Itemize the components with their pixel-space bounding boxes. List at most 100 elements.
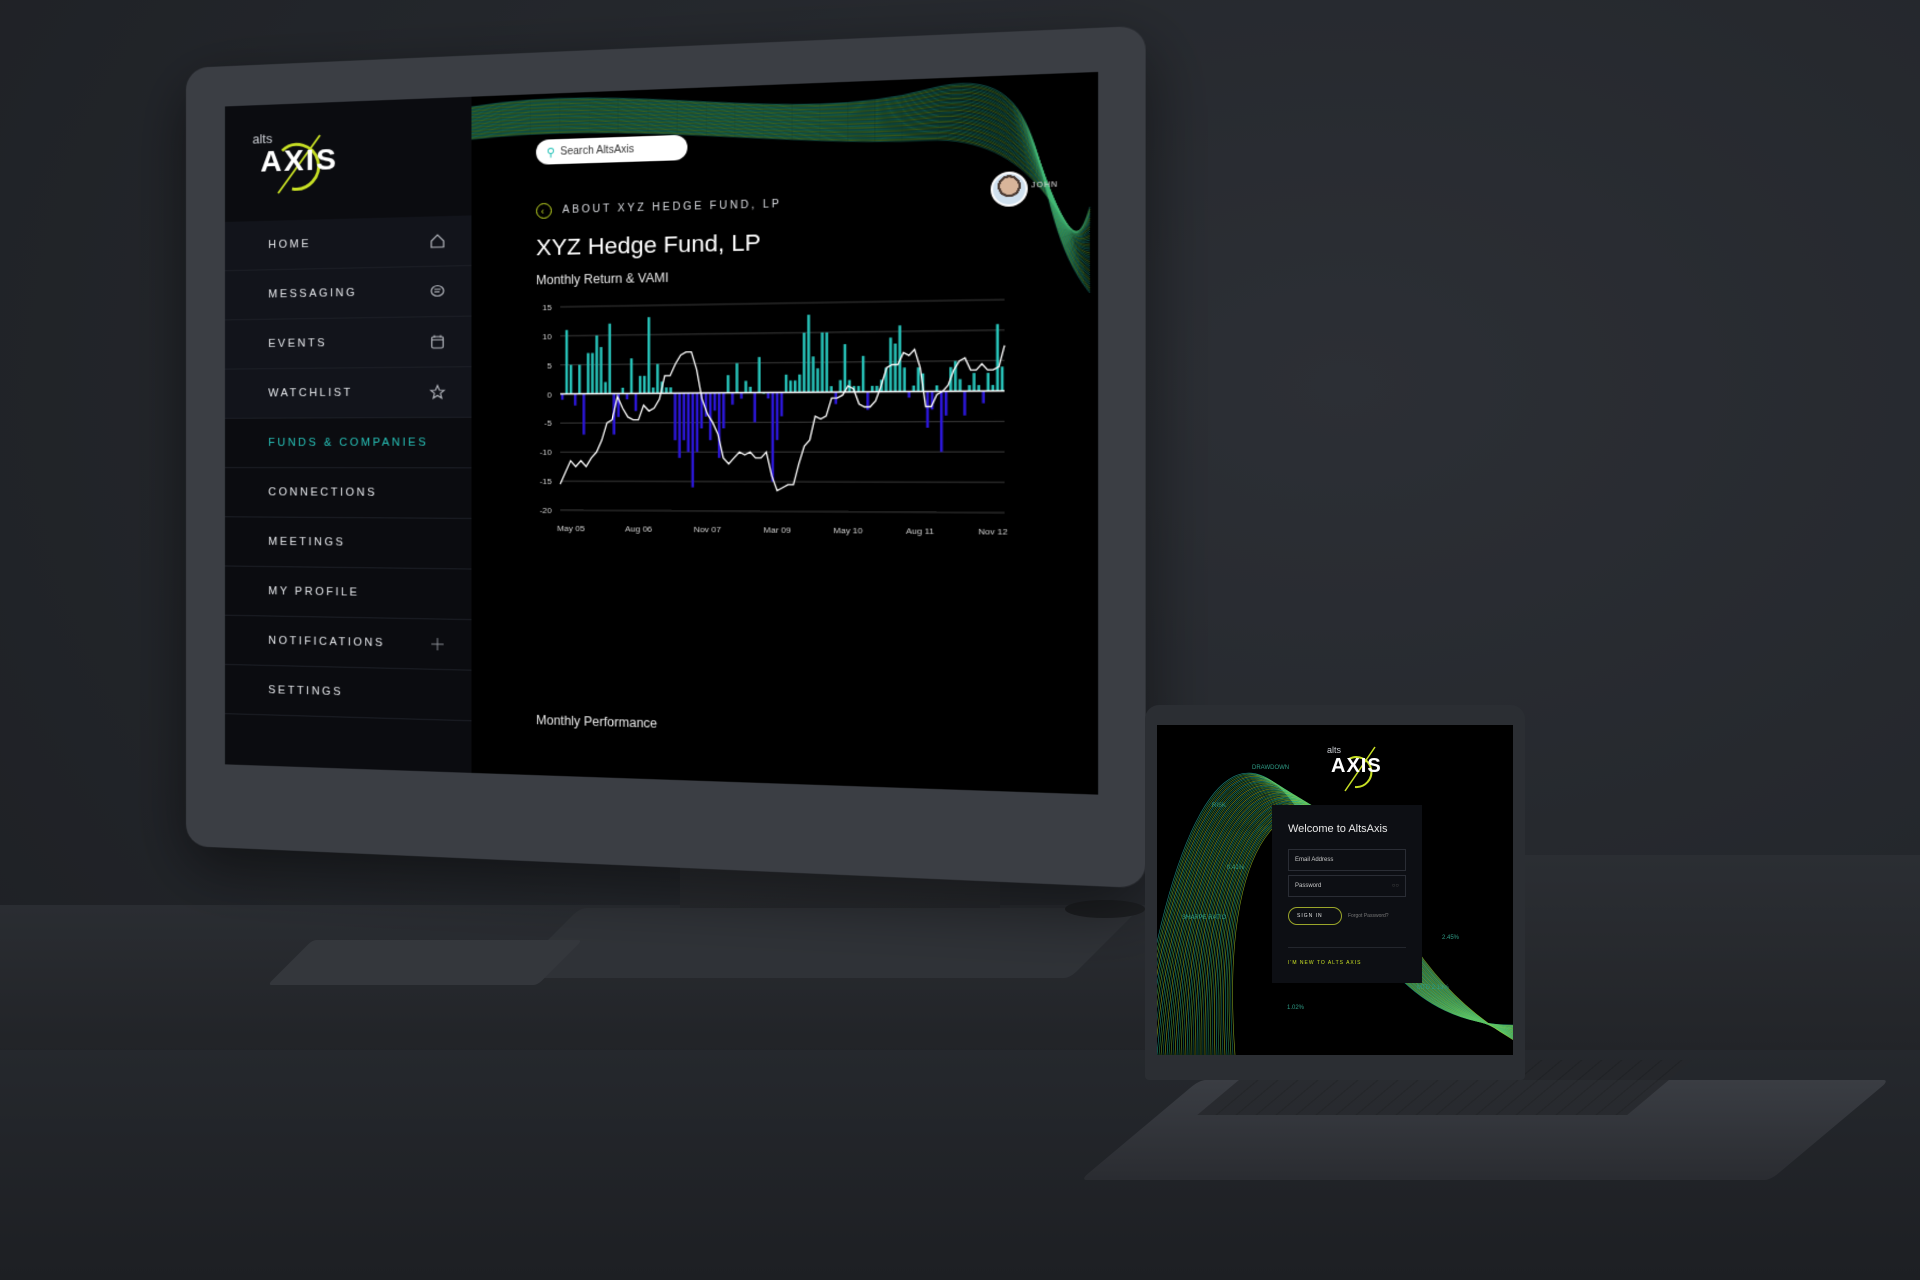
bar xyxy=(740,392,743,399)
bg-stat-value: 1.02% xyxy=(1287,1005,1305,1011)
bar xyxy=(991,384,995,392)
bar xyxy=(647,317,651,394)
bar xyxy=(857,385,860,392)
sidebar-item-label: MY PROFILE xyxy=(268,585,360,599)
bar xyxy=(944,391,948,416)
keyboard xyxy=(510,908,1140,978)
bar xyxy=(621,387,625,394)
user-name[interactable]: JOHN xyxy=(1031,181,1058,189)
gridline xyxy=(560,330,1004,336)
bar xyxy=(775,392,779,441)
sidebar-item-my-profile[interactable]: MY PROFILE xyxy=(224,566,472,621)
bar xyxy=(744,380,748,393)
x-tick-label: Nov 07 xyxy=(694,525,722,535)
bar xyxy=(940,391,943,452)
bar xyxy=(977,385,981,392)
calendar-icon xyxy=(428,332,446,351)
bar xyxy=(713,392,717,411)
bar xyxy=(604,382,607,394)
bar xyxy=(798,374,802,393)
search-icon: ⚲ xyxy=(546,146,556,159)
email-field[interactable]: Email Address xyxy=(1288,849,1406,871)
mouse xyxy=(1065,900,1145,918)
bar xyxy=(630,358,633,394)
bg-stat-drawdown: DRAWDOWN xyxy=(1252,765,1290,771)
sidebar-item-connections[interactable]: CONNECTIONS xyxy=(224,468,472,519)
sidebar-item-label: MESSAGING xyxy=(268,286,358,301)
monthly-return-chart: 15 10 5 0 -5 -10 -15 -20 May 05 Aug 06 Nov 07 Mar 0… xyxy=(540,289,1008,537)
bar xyxy=(912,385,916,392)
sidebar-item-label: WATCHLIST xyxy=(268,386,353,400)
monthly-performance-title: Monthly Performance xyxy=(536,712,658,731)
sidebar-item-settings[interactable]: SETTINGS xyxy=(224,664,472,722)
trackpad xyxy=(267,940,583,985)
bar xyxy=(820,332,824,393)
bar xyxy=(656,363,659,394)
page-title: XYZ Hedge Fund, LP xyxy=(536,229,761,261)
email-placeholder: Email Address xyxy=(1295,857,1334,863)
y-tick-label: -10 xyxy=(540,448,553,458)
y-tick-label: -15 xyxy=(540,477,553,487)
sidebar-item-home[interactable]: HOME xyxy=(224,215,472,272)
back-chevron-icon[interactable]: ‹ xyxy=(536,202,552,219)
bar xyxy=(870,385,874,392)
bar xyxy=(967,385,971,392)
show-password-icon[interactable]: ○○ xyxy=(1392,883,1399,889)
bar xyxy=(807,314,811,393)
bar xyxy=(802,332,806,393)
logo-small-text: alts xyxy=(1327,745,1342,755)
bg-stat-mtd: MTD 2.13% xyxy=(1417,985,1449,991)
sidebar-item-notifications[interactable]: NOTIFICATIONS xyxy=(224,615,472,671)
forgot-password-link[interactable]: Forgot Password? xyxy=(1348,913,1389,919)
x-tick-label: May 05 xyxy=(557,524,585,534)
bar xyxy=(686,393,690,453)
bg-stat-value: 2.45% xyxy=(1442,935,1460,941)
password-field[interactable]: Password ○○ xyxy=(1288,875,1406,897)
bar xyxy=(753,392,757,423)
bar xyxy=(595,335,599,394)
sign-in-button[interactable]: SIGN IN xyxy=(1288,907,1342,925)
bar xyxy=(780,392,784,417)
bar xyxy=(766,392,770,399)
bar xyxy=(986,372,990,392)
main-content: ⚲ Search AltsAxis JOHN ‹ ABOUT XYZ HEDGE… xyxy=(471,71,1099,795)
bar xyxy=(669,387,673,394)
search-input[interactable]: ⚲ Search AltsAxis xyxy=(536,134,688,165)
bar xyxy=(561,393,564,400)
sidebar-item-watchlist[interactable]: WATCHLIST xyxy=(224,367,472,419)
sidebar-item-messaging[interactable]: MESSAGING xyxy=(224,266,472,321)
bar xyxy=(789,380,792,393)
bar xyxy=(784,374,788,393)
desktop-screen: alts AXIS HOME MESSAGING EVENTS WATCHLIS… xyxy=(224,71,1099,795)
new-user-link[interactable]: I'M NEW TO ALTS AXIS xyxy=(1288,947,1406,966)
altsaxis-logo[interactable]: alts AXIS xyxy=(252,128,342,202)
bar xyxy=(586,353,590,394)
bar xyxy=(678,393,681,458)
bar xyxy=(578,364,581,394)
plus-icon[interactable] xyxy=(428,635,446,654)
bar xyxy=(843,344,847,393)
sidebar-item-meetings[interactable]: MEETINGS xyxy=(224,517,472,570)
bar xyxy=(722,392,725,429)
bar xyxy=(651,387,655,394)
sidebar-item-events[interactable]: EVENTS xyxy=(224,316,472,370)
sidebar-item-funds-companies[interactable]: FUNDS & COMPANIES xyxy=(224,417,472,469)
x-tick-label: May 10 xyxy=(833,526,863,536)
gridline xyxy=(560,300,1004,307)
y-tick-label: 10 xyxy=(542,332,552,342)
laptop-screen: DRAWDOWN RISK 0.41% SHARPE RATIO 2.45% M… xyxy=(1157,725,1513,1055)
bar xyxy=(907,391,911,398)
bar xyxy=(643,375,646,394)
bar xyxy=(673,393,677,441)
y-tick-label: 5 xyxy=(547,361,552,371)
x-tick-label: Mar 09 xyxy=(763,525,790,535)
bar xyxy=(691,393,695,488)
bar xyxy=(793,380,797,393)
bar xyxy=(926,391,929,428)
sidebar-nav: HOME MESSAGING EVENTS WATCHLIST FUNDS & … xyxy=(224,215,472,722)
logo-large-text: AXIS xyxy=(1331,755,1382,777)
bar xyxy=(875,385,879,392)
x-tick-label: Nov 12 xyxy=(978,527,1007,537)
y-tick-label: 0 xyxy=(547,390,552,400)
bar xyxy=(638,375,642,394)
